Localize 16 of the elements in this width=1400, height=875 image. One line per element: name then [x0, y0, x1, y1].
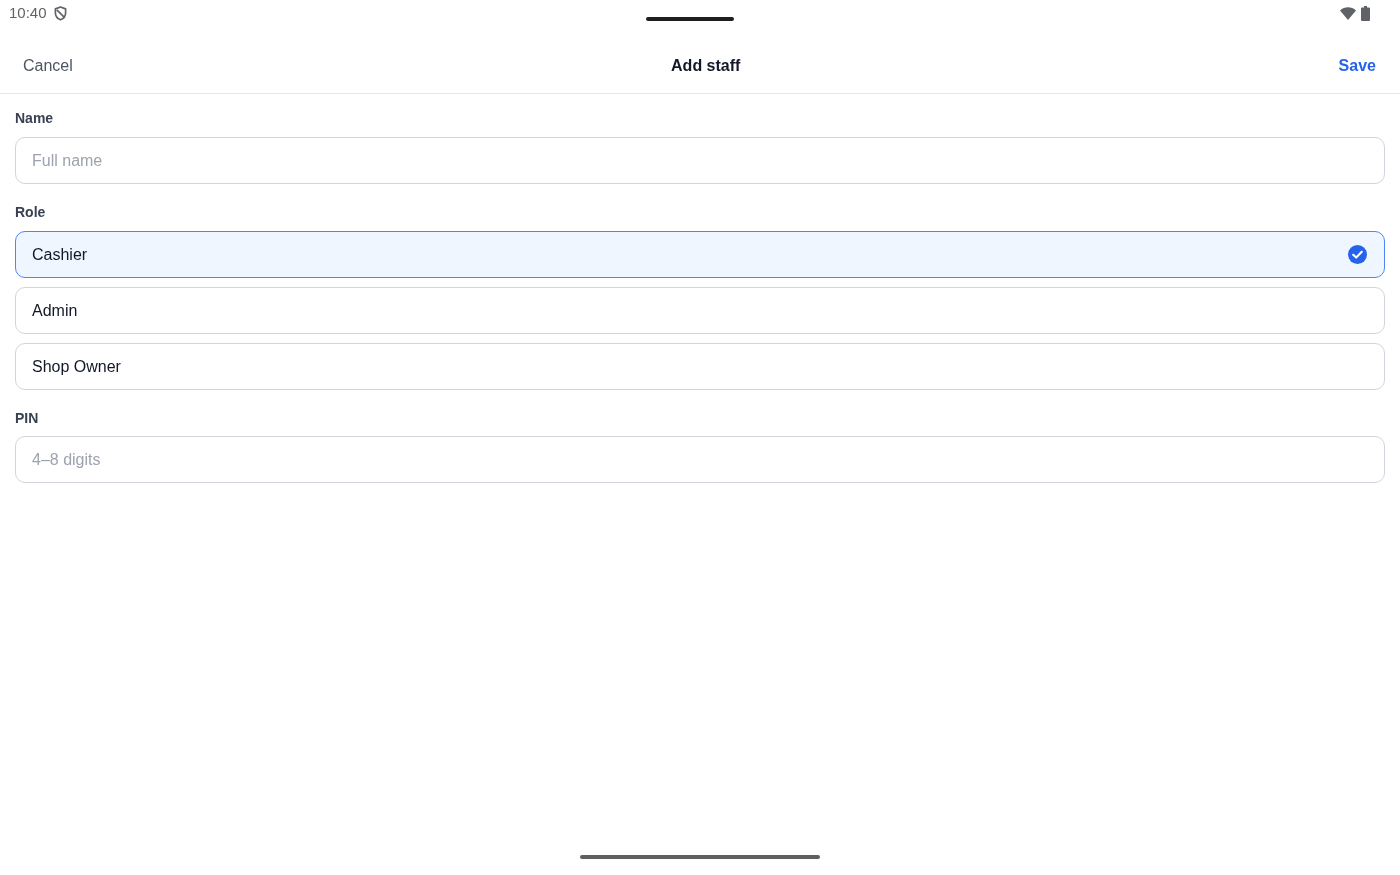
pin-field[interactable]: 4–8 digits	[15, 436, 1385, 483]
name-field[interactable]: Full name	[15, 137, 1385, 184]
role-option[interactable]: Shop Owner	[15, 343, 1385, 390]
battery-icon	[1361, 6, 1370, 21]
cancel-button[interactable]: Cancel	[23, 56, 73, 75]
save-button[interactable]: Save	[1338, 56, 1376, 75]
shield-slash-icon	[53, 5, 67, 21]
role-option[interactable]: Cashier	[15, 231, 1385, 278]
field-label: PIN	[15, 410, 39, 426]
field-label: Name	[15, 110, 54, 126]
wifi-icon	[1340, 7, 1356, 20]
page-title: Add staff	[671, 56, 741, 75]
check-circle-icon	[1348, 245, 1367, 264]
role-option[interactable]: Admin	[15, 287, 1385, 334]
field-label: Role	[15, 204, 46, 220]
status-time: 10:40	[9, 5, 47, 21]
